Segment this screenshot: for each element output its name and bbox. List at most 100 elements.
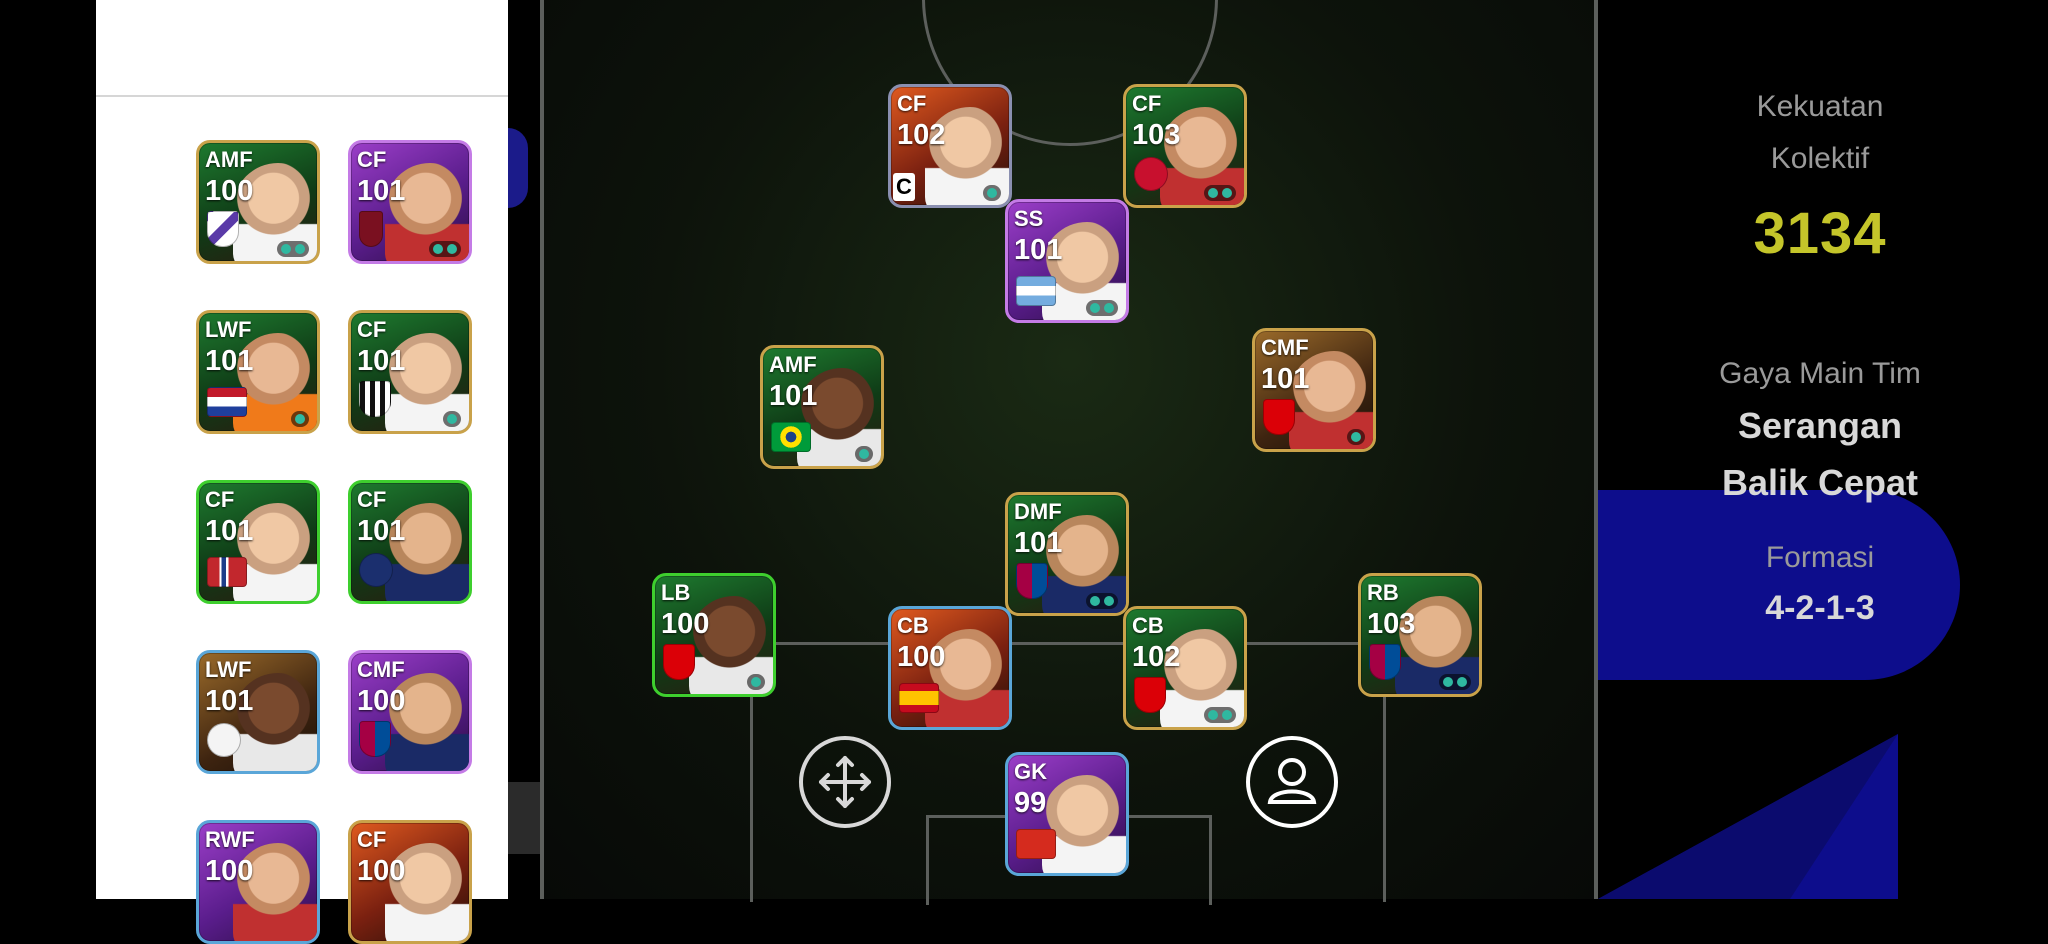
panel-accent-shape (1598, 490, 1960, 680)
card-rating: 102 (1132, 641, 1181, 673)
list-player-card[interactable]: LWF 101 (196, 650, 320, 774)
card-rating: 102 (897, 119, 946, 151)
player-details-button[interactable] (1246, 736, 1338, 828)
card-position: CF (357, 827, 387, 852)
team-strength-label-2: Kolektif (1770, 142, 1870, 175)
club-crest-icon (359, 553, 393, 587)
flag-argentina-icon (1016, 276, 1056, 306)
club-crest-icon (1134, 157, 1168, 191)
goal-box-left-line (926, 815, 929, 905)
skill-dots (429, 241, 461, 257)
player-portrait (1042, 775, 1126, 873)
card-rating: 100 (897, 641, 946, 673)
list-player-card[interactable]: CF 101 (196, 480, 320, 604)
captain-badge: C (893, 173, 915, 201)
skill-dots (1439, 674, 1471, 690)
pitch-player-cf-right[interactable]: CF 103 (1123, 84, 1247, 208)
pitch-sideline-left (540, 0, 544, 899)
pitch-player-amf[interactable]: AMF 101 (760, 345, 884, 469)
card-position: DMF (1014, 499, 1062, 524)
card-position: AMF (205, 147, 253, 172)
card-position: LB (661, 580, 691, 605)
card-rating: 100 (205, 175, 254, 207)
team-strength-label-1: Kekuatan (1756, 90, 1884, 123)
card-position: RB (1367, 580, 1399, 605)
card-rating: 99 (1014, 787, 1047, 819)
card-rating: 101 (1261, 363, 1310, 395)
card-position: RWF (205, 827, 255, 852)
person-icon (1267, 758, 1317, 804)
card-rating: 103 (1132, 119, 1181, 151)
flag-switzerland-icon (1016, 829, 1056, 859)
pitch-player-cmf[interactable]: CMF 101 (1252, 328, 1376, 452)
skill-dots (747, 674, 765, 690)
flag-spain-icon (899, 683, 939, 713)
skill-dots (291, 411, 309, 427)
formation-value: 4-2-1-3 (1765, 589, 1875, 627)
card-position: CB (897, 613, 929, 638)
skill-dots (983, 185, 1001, 201)
card-position: CMF (1261, 335, 1309, 360)
flag-netherlands-icon (207, 387, 247, 417)
card-rating: 103 (1367, 608, 1416, 640)
skill-dots (1204, 185, 1236, 201)
club-crest-icon (359, 211, 383, 247)
club-crest-icon (207, 211, 239, 247)
pitch-player-cb-right[interactable]: CB 102 (1123, 606, 1247, 730)
skill-dots (277, 241, 309, 257)
club-crest-icon (359, 381, 391, 417)
list-player-card[interactable]: CF 101 (348, 140, 472, 264)
skill-dots (1086, 593, 1118, 609)
list-player-card[interactable]: CF 100 (348, 820, 472, 944)
club-crest-icon (1016, 563, 1048, 599)
card-position: CF (1132, 91, 1162, 116)
pitch-player-rb[interactable]: RB 103 (1358, 573, 1482, 697)
card-position: CF (357, 317, 387, 342)
card-position: SS (1014, 206, 1044, 231)
card-rating: 100 (205, 855, 254, 887)
card-rating: 101 (357, 175, 406, 207)
list-player-card[interactable]: RWF 100 (196, 820, 320, 944)
card-rating: 101 (205, 515, 254, 547)
move-button[interactable] (799, 736, 891, 828)
penalty-box-top-line (750, 642, 1386, 645)
skill-dots (855, 446, 873, 462)
card-rating: 101 (357, 515, 406, 547)
list-player-card[interactable]: CF 101 (348, 480, 472, 604)
skill-dots (1086, 300, 1118, 316)
pitch-player-cb-left[interactable]: CB 100 (888, 606, 1012, 730)
card-position: LWF (205, 657, 252, 682)
club-crest-icon (359, 721, 391, 757)
card-position: LWF (205, 317, 252, 342)
card-rating: 101 (769, 380, 818, 412)
playstyle-label: Gaya Main Tim (1719, 357, 1921, 390)
card-position: GK (1014, 759, 1047, 784)
card-rating: 100 (661, 608, 710, 640)
player-list-panel: AMF 100 CF 101 LWF 101 CF 101 CF 101 CF … (96, 0, 508, 944)
card-rating: 101 (205, 685, 254, 717)
flag-brazil-icon (771, 422, 811, 452)
playstyle-value-1: Serangan (1737, 405, 1903, 446)
move-arrows-icon (819, 756, 871, 808)
club-crest-icon (1134, 677, 1166, 713)
pitch-player-cf-left[interactable]: CF 102 C (888, 84, 1012, 208)
pitch-sideline-right (1594, 0, 1598, 899)
pitch-player-gk[interactable]: GK 99 (1005, 752, 1129, 876)
list-player-card[interactable]: LWF 101 (196, 310, 320, 434)
card-rating: 101 (357, 345, 406, 377)
pitch-player-lb[interactable]: LB 100 (652, 573, 776, 697)
pitch-player-dmf[interactable]: DMF 101 (1005, 492, 1129, 616)
flag-norway-icon (207, 557, 247, 587)
card-position: CF (357, 147, 387, 172)
list-player-card[interactable]: AMF 100 (196, 140, 320, 264)
pitch-player-ss[interactable]: SS 101 (1005, 199, 1129, 323)
card-position: CF (205, 487, 235, 512)
card-position: CMF (357, 657, 405, 682)
card-rating: 100 (357, 855, 406, 887)
playstyle-value-2: Balik Cepat (1721, 462, 1919, 503)
skill-dots (1204, 707, 1236, 723)
list-player-card[interactable]: CMF 100 (348, 650, 472, 774)
panel-divider (96, 95, 508, 97)
list-player-card[interactable]: CF 101 (348, 310, 472, 434)
card-rating: 100 (357, 685, 406, 717)
